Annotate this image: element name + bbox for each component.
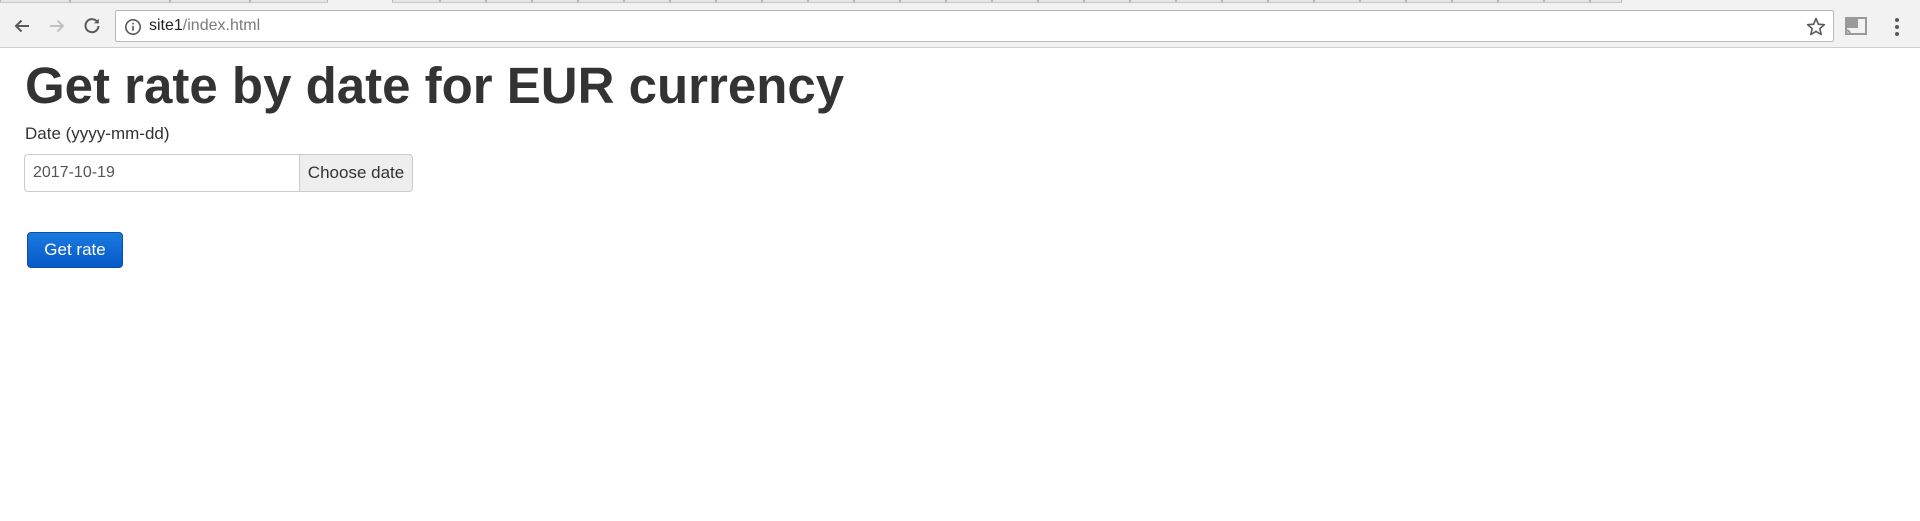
reload-icon <box>84 18 100 34</box>
page-content: Get rate by date for EUR currency Date (… <box>0 49 1920 521</box>
browser-tab[interactable] <box>624 0 670 3</box>
browser-tab[interactable] <box>532 0 578 3</box>
browser-tab[interactable] <box>0 0 70 3</box>
forward-button[interactable] <box>41 10 73 42</box>
browser-toolbar: site1/index.html <box>0 4 1920 48</box>
browser-tab[interactable] <box>946 0 992 3</box>
bookmark-star-icon[interactable] <box>1805 16 1827 38</box>
browser-tab[interactable] <box>1130 0 1176 3</box>
browser-tab[interactable] <box>854 0 900 3</box>
browser-tab[interactable] <box>808 0 854 3</box>
browser-tab[interactable] <box>762 0 808 3</box>
browser-tab[interactable] <box>578 0 624 3</box>
browser-tab[interactable] <box>1544 0 1590 3</box>
url-path: /index.html <box>182 17 261 34</box>
get-rate-button[interactable]: Get rate <box>27 232 123 268</box>
url-host: site1 <box>149 17 183 34</box>
browser-tab[interactable] <box>1452 0 1498 3</box>
arrow-left-icon <box>14 19 29 33</box>
browser-tab[interactable] <box>1406 0 1452 3</box>
browser-tab[interactable] <box>1314 0 1360 3</box>
browser-tab[interactable] <box>1268 0 1314 3</box>
browser-tab[interactable] <box>670 0 716 3</box>
browser-tab[interactable] <box>70 0 170 3</box>
browser-tab[interactable] <box>392 0 440 3</box>
browser-tab[interactable] <box>716 0 762 3</box>
reload-button[interactable] <box>76 10 108 42</box>
browser-tab[interactable] <box>440 0 486 3</box>
cast-icon[interactable] <box>1843 15 1869 39</box>
browser-tab[interactable] <box>486 0 532 3</box>
choose-date-button[interactable]: Choose date <box>299 154 413 192</box>
browser-tab[interactable] <box>1176 0 1222 3</box>
url-text[interactable]: site1/index.html <box>149 11 260 41</box>
browser-tab[interactable] <box>1360 0 1406 3</box>
address-bar[interactable]: site1/index.html <box>115 10 1834 42</box>
arrow-right-icon <box>50 19 65 33</box>
browser-tab[interactable] <box>170 0 250 3</box>
browser-tab[interactable] <box>1084 0 1130 3</box>
browser-tab[interactable] <box>1222 0 1268 3</box>
date-input[interactable] <box>24 154 300 192</box>
browser-tab[interactable] <box>1038 0 1084 3</box>
browser-tab[interactable] <box>1590 0 1622 3</box>
date-label: Date (yyyy-mm-dd) <box>25 124 170 143</box>
browser-tab[interactable] <box>250 0 328 3</box>
page-title: Get rate by date for EUR currency <box>25 57 845 114</box>
browser-tab[interactable] <box>992 0 1038 3</box>
vertical-ellipsis-icon[interactable] <box>1885 14 1909 40</box>
info-circle-icon[interactable] <box>124 18 142 36</box>
back-button[interactable] <box>6 10 38 42</box>
browser-tab[interactable] <box>1498 0 1544 3</box>
browser-tab[interactable] <box>900 0 946 3</box>
